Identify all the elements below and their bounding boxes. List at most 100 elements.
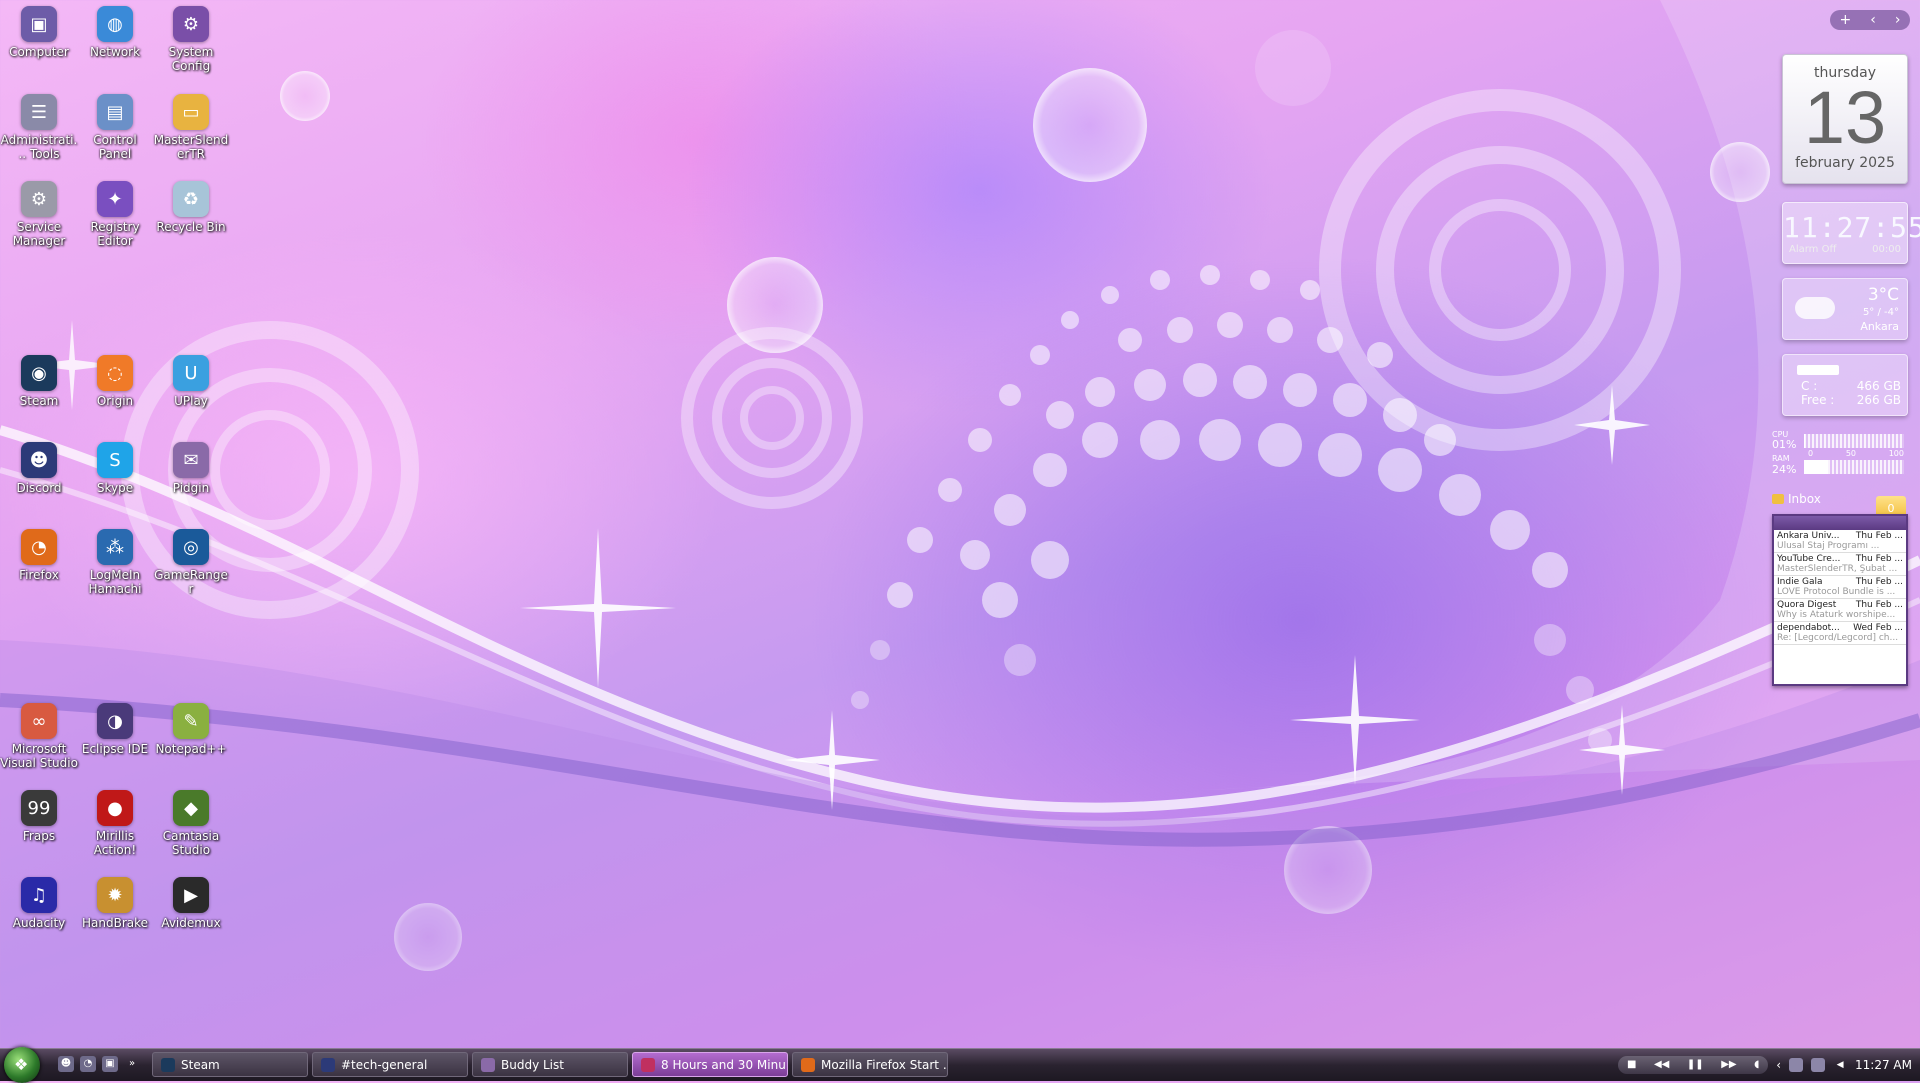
cloud-icon	[1795, 297, 1835, 319]
mail-sender: YouTube Cre...	[1777, 554, 1841, 564]
cpu-ram-meter[interactable]: CPU 01% 0 50 100 RAM 24%	[1768, 430, 1908, 478]
inbox-toolbar[interactable]	[1774, 516, 1906, 530]
desktop-icon[interactable]: ◉ Steam	[0, 355, 78, 408]
media-stop-icon[interactable]: ■	[1627, 1059, 1636, 1070]
mail-subject: Re: [Legcord/Legcord] ch...	[1777, 633, 1899, 643]
taskbar-button-label: 8 Hours and 30 Minu...	[661, 1057, 788, 1072]
desktop-icon[interactable]: ◑ Eclipse IDE	[76, 703, 154, 756]
desktop-icon-label: Steam	[19, 394, 59, 408]
taskbar-button-label: #tech-general	[341, 1057, 428, 1072]
firefox-icon: ◔	[21, 529, 57, 565]
sidebar-next-button[interactable]: ›	[1895, 12, 1901, 28]
quicklaunch-desktop-icon[interactable]: ▣	[102, 1056, 118, 1072]
mail-item[interactable]: Indie Gala Thu Feb ... LOVE Protocol Bundl…	[1774, 576, 1906, 599]
desktop-icon-label: Network	[89, 45, 141, 59]
volume-tray-icon[interactable]: ◀	[1833, 1058, 1847, 1072]
cpu-value: 01%	[1772, 438, 1797, 451]
taskbar-button-label: Steam	[181, 1057, 220, 1072]
ram-fill	[1804, 460, 1828, 474]
desktop-icon[interactable]: U UPlay	[152, 355, 230, 408]
desktop-icon[interactable]: ⚙ System Config	[152, 6, 230, 73]
taskbar-button[interactable]: 8 Hours and 30 Minu...	[632, 1052, 788, 1077]
desktop-icon[interactable]: ☰ Administrati... Tools	[0, 94, 78, 161]
sidebar-add-button[interactable]: +	[1840, 12, 1852, 28]
drive-free-label: Free :	[1801, 393, 1835, 407]
desktop-icon-label: Control Panel	[93, 133, 137, 161]
desktop-icon[interactable]: ▤ Control Panel	[76, 94, 154, 161]
monitor-tray-icon[interactable]	[1811, 1057, 1826, 1072]
tray-expand-icon[interactable]: ‹	[1776, 1058, 1781, 1072]
video-icon	[641, 1057, 655, 1072]
eclipse-icon: ◑	[97, 703, 133, 739]
mail-date: Thu Feb ...	[1855, 531, 1903, 541]
camtasia-icon: ◆	[173, 790, 209, 826]
calendar-gadget[interactable]: thursday 13 february 2025	[1782, 54, 1908, 184]
quicklaunch-firefox-icon[interactable]: ◔	[80, 1056, 96, 1072]
media-pause-icon[interactable]: ❚❚	[1687, 1059, 1704, 1070]
desktop-icon[interactable]: ✎ Notepad++	[152, 703, 230, 756]
drive-space-gadget[interactable]: C : 466 GB Free : 266 GB	[1782, 354, 1908, 416]
desktop-icon[interactable]: ▭ MasterSlenderTR	[152, 94, 230, 161]
mail-date: Thu Feb ...	[1855, 600, 1903, 610]
steam-icon	[161, 1057, 175, 1072]
desktop-icon-label: Skype	[96, 481, 134, 495]
taskbar-button[interactable]: Mozilla Firefox Start ...	[792, 1052, 948, 1077]
desktop-icon[interactable]: ✦ Registry Editor	[76, 181, 154, 248]
desktop-icon[interactable]: ▣ Computer	[0, 6, 78, 59]
inbox-list[interactable]: Ankara Üniv... Thu Feb ... Ulusal Staj Pro…	[1772, 514, 1908, 686]
taskbar-clock[interactable]: 11:27 AM	[1855, 1058, 1912, 1072]
inbox-gadget[interactable]: Inbox 0 Ankara Üniv... Thu Feb ... Ulusal …	[1772, 492, 1908, 692]
desktop-icon[interactable]: ♻ Recycle Bin	[152, 181, 230, 234]
desktop-icon[interactable]: ⚙ Service Manager	[0, 181, 78, 248]
weather-gadget[interactable]: 3°C 5° / -4° Ankara	[1782, 278, 1908, 340]
desktop-icon[interactable]: ⁂ LogMeIn Hamachi	[76, 529, 154, 596]
desktop-icon[interactable]: S Skype	[76, 442, 154, 495]
desktop-icon[interactable]: ∞ Microsoft Visual Studio	[0, 703, 78, 770]
desktop-icon[interactable]: ✹ HandBrake	[76, 877, 154, 930]
desktop-icon[interactable]: 99 Fraps	[0, 790, 78, 843]
scale-50: 50	[1845, 449, 1856, 458]
desktop-icon[interactable]: ☻ Discord	[0, 442, 78, 495]
desktop-wallpaper	[0, 0, 1920, 1048]
desktop-icon[interactable]: ◔ Firefox	[0, 529, 78, 582]
discord-icon	[321, 1057, 335, 1072]
desktop-icon-label: Mirillis Action!	[93, 829, 137, 857]
mail-subject: LOVE Protocol Bundle is ...	[1777, 587, 1896, 597]
sidebar-prev-button[interactable]: ‹	[1870, 12, 1876, 28]
start-button[interactable]: ❖	[4, 1047, 40, 1083]
mail-item[interactable]: YouTube Cre... Thu Feb ... MasterSlenderTR…	[1774, 553, 1906, 576]
desktop-icon[interactable]: ◎ GameRanger	[152, 529, 230, 596]
desktop-icon[interactable]: ◍ Network	[76, 6, 154, 59]
fraps-icon: 99	[21, 790, 57, 826]
avidemux-icon: ▶	[173, 877, 209, 913]
alarm-time: 00:00	[1872, 244, 1901, 255]
sidebar-controls[interactable]: + ‹ ›	[1830, 10, 1910, 30]
desktop-icon-label: MasterSlenderTR	[153, 133, 229, 161]
media-next-icon[interactable]: ▶▶	[1721, 1059, 1736, 1070]
desktop-icon[interactable]: ◆ Camtasia Studio	[152, 790, 230, 857]
clock-gadget[interactable]: 11:27:55 Alarm Off 00:00	[1782, 202, 1920, 264]
media-player-controls[interactable]: ■ ◀◀ ❚❚ ▶▶ ◖	[1618, 1055, 1769, 1074]
taskbar-button[interactable]: Steam	[152, 1052, 308, 1077]
network-tray-icon[interactable]	[1789, 1057, 1804, 1072]
mail-subject: MasterSlenderTR, Şubat ...	[1777, 564, 1898, 574]
desktop-icon[interactable]: ◌ Origin	[76, 355, 154, 408]
quicklaunch-discord-icon[interactable]: ☻	[58, 1056, 74, 1072]
quicklaunch-more-button[interactable]: »	[124, 1056, 140, 1072]
taskbar-button[interactable]: Buddy List	[472, 1052, 628, 1077]
desktop-icon[interactable]: ● Mirillis Action!	[76, 790, 154, 857]
taskbar-button[interactable]: #tech-general	[312, 1052, 468, 1077]
hamachi-icon: ⁂	[97, 529, 133, 565]
desktop-icon[interactable]: ▶ Avidemux	[152, 877, 230, 930]
mail-item[interactable]: dependabot... Wed Feb ... Re: [Legcord/Leg…	[1774, 622, 1906, 645]
admin-tools-icon: ☰	[21, 94, 57, 130]
desktop-icon[interactable]: ♫ Audacity	[0, 877, 78, 930]
mail-item[interactable]: Ankara Üniv... Thu Feb ... Ulusal Staj Pro…	[1774, 530, 1906, 553]
desktop-icon[interactable]: ✉ Pidgin	[152, 442, 230, 495]
alarm-status: Alarm Off	[1789, 244, 1837, 255]
cpu-track	[1804, 434, 1904, 448]
media-volume-icon[interactable]: ◖	[1754, 1059, 1759, 1070]
mail-item[interactable]: Quora Digest Thu Feb ... Why is Ataturk wo…	[1774, 599, 1906, 622]
media-prev-icon[interactable]: ◀◀	[1654, 1059, 1669, 1070]
desktop-icon-label: GameRanger	[154, 568, 228, 596]
